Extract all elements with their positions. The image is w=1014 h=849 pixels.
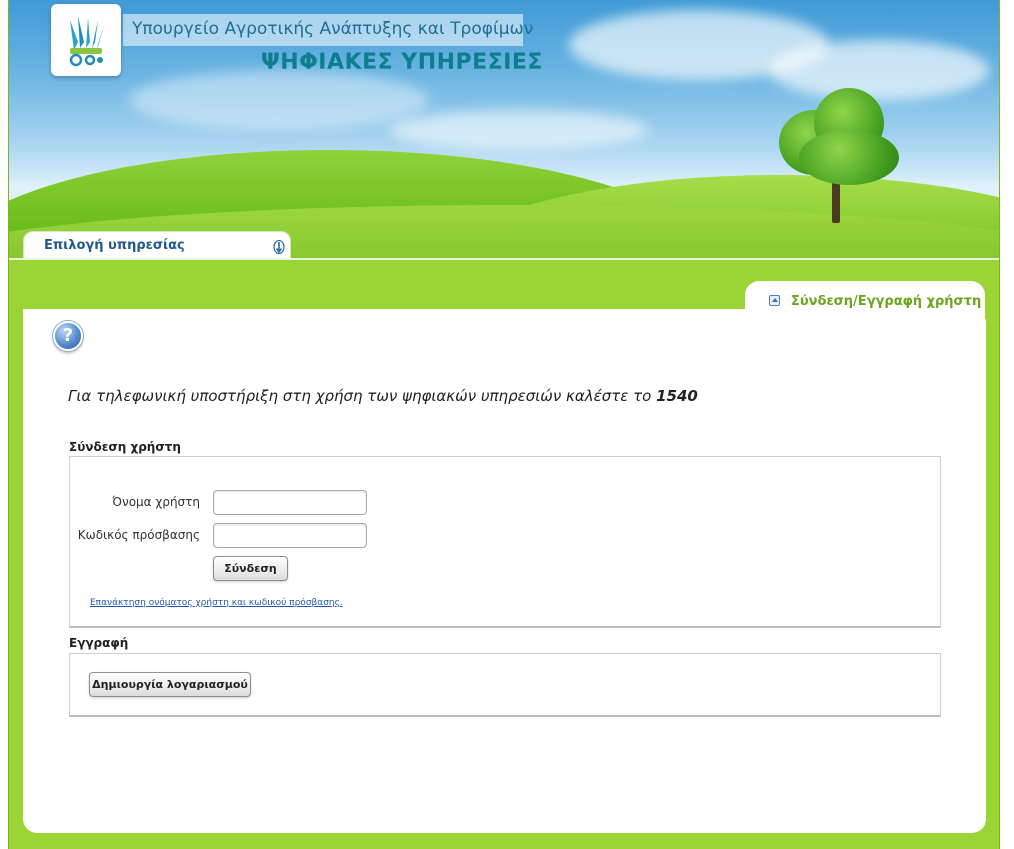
page-frame: Υπουργείο Αγροτικής Ανάπτυξης και Τροφίμ… — [8, 0, 1000, 849]
support-number: 1540 — [656, 387, 698, 405]
header-divider — [9, 258, 999, 260]
password-input[interactable] — [213, 523, 367, 548]
login-fieldset: Όνομα χρήστη Κωδικός πρόσβασης Σύνδεση Ε… — [69, 456, 941, 628]
service-selector-label: Επιλογή υπηρεσίας — [44, 238, 185, 253]
collapse-up-icon[interactable] — [769, 295, 780, 306]
tree-crown — [799, 130, 899, 185]
service-selector-tab[interactable]: Επιλογή υπηρεσίας — [23, 231, 291, 258]
services-title: ΨΗΦΙΑΚΕΣ ΥΠΗΡΕΣΙΕΣ — [261, 50, 543, 75]
register-section-title: Εγγραφή — [69, 636, 129, 650]
cloud — [129, 70, 429, 130]
main-content: ? Για τηλεφωνική υποστήριξη στη χρήση τω… — [23, 309, 986, 833]
ministry-title: Υπουργείο Αγροτικής Ανάπτυξης και Τροφίμ… — [132, 19, 534, 39]
ministry-logo-icon[interactable] — [51, 4, 121, 76]
support-text: Για τηλεφωνική υποστήριξη στη χρήση των … — [68, 387, 698, 405]
question-mark-icon[interactable]: ? — [53, 321, 83, 351]
username-label: Όνομα χρήστη — [112, 495, 200, 509]
cloud — [769, 40, 989, 100]
user-tab-label: Σύνδεση/Εγγραφή χρήστη — [791, 294, 982, 309]
create-account-button[interactable]: Δημιουργία λογαριασμού — [89, 672, 251, 697]
login-section-title: Σύνδεση χρήστη — [69, 440, 181, 454]
cloud — [389, 110, 649, 150]
recover-credentials-link[interactable]: Επανάκτηση ονόματος χρήστη και κωδικού π… — [90, 598, 343, 608]
login-button[interactable]: Σύνδεση — [213, 556, 288, 581]
header-banner: Υπουργείο Αγροτικής Ανάπτυξης και Τροφίμ… — [9, 0, 999, 258]
password-label: Κωδικός πρόσβασης — [77, 528, 200, 542]
register-fieldset: Δημιουργία λογαριασμού — [69, 653, 941, 717]
support-message: Για τηλεφωνική υποστήριξη στη χρήση των … — [68, 387, 657, 405]
username-input[interactable] — [213, 490, 367, 515]
scroll-arrows-icon[interactable] — [273, 240, 285, 254]
